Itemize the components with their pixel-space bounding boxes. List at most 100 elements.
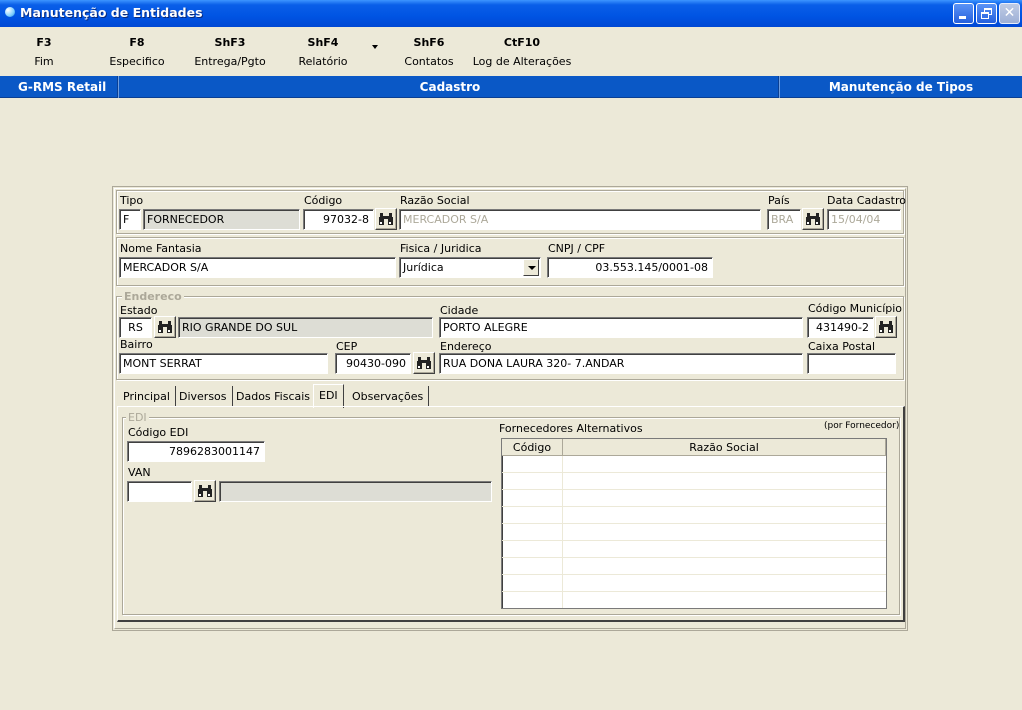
caixa-postal-field[interactable] xyxy=(807,353,896,374)
codigo-label: Código xyxy=(304,194,343,207)
edi-group-label: EDI xyxy=(126,411,149,424)
municipio-search-button[interactable] xyxy=(875,316,897,338)
bairro-field[interactable]: MONT SERRAT xyxy=(119,353,328,374)
table-row[interactable] xyxy=(502,541,886,558)
binoculars-icon xyxy=(158,321,172,333)
data-cadastro-label: Data Cadastro xyxy=(827,194,906,207)
table-row[interactable] xyxy=(502,507,886,524)
header-section: Cadastro xyxy=(419,80,481,94)
header-app-name: G-RMS Retail xyxy=(18,80,107,94)
nome-fantasia-label: Nome Fantasia xyxy=(120,242,202,255)
toolbar-button-especifico[interactable]: F8 Especifico xyxy=(102,36,172,68)
chevron-down-icon xyxy=(528,266,536,270)
restore-button[interactable] xyxy=(976,3,997,24)
minimize-button[interactable] xyxy=(953,3,974,24)
toolbar-button-log-alteracoes[interactable]: CtF10 Log de Alterações xyxy=(472,36,572,68)
close-icon: ✕ xyxy=(1003,5,1016,21)
fisica-juridica-dropdown-button[interactable] xyxy=(523,259,539,276)
tipo-code-field[interactable]: F xyxy=(119,209,141,230)
fkey-code: ShF3 xyxy=(214,36,246,49)
alternativos-note: (por Fornecedor) xyxy=(824,421,900,431)
tab-diversos[interactable]: Diversos xyxy=(174,386,233,406)
close-button[interactable]: ✕ xyxy=(999,3,1020,24)
van-label: VAN xyxy=(128,466,151,479)
column-header-codigo[interactable]: Código xyxy=(502,439,563,456)
cep-label: CEP xyxy=(336,340,358,353)
endereco-group-label: Endereco xyxy=(122,290,184,303)
toolbar-button-entrega-pgto[interactable]: ShF3 Entrega/Pgto xyxy=(190,36,270,68)
nome-fantasia-field[interactable]: MERCADOR S/A xyxy=(119,257,396,278)
tab-observacoes[interactable]: Observações xyxy=(347,386,430,406)
fisica-juridica-label: Fisica / Juridica xyxy=(400,242,482,255)
alternativos-grid[interactable]: Código Razão Social xyxy=(501,438,887,609)
codigo-municipio-field[interactable]: 431490-2 xyxy=(807,317,874,338)
cep-search-button[interactable] xyxy=(413,352,435,374)
estado-code-field[interactable]: RS xyxy=(119,317,152,338)
codigo-search-button[interactable] xyxy=(375,208,397,230)
fisica-juridica-select[interactable]: Jurídica xyxy=(399,257,541,278)
fkey-label: Log de Alterações xyxy=(472,55,572,68)
binoculars-icon xyxy=(879,321,893,333)
estado-label: Estado xyxy=(120,304,158,317)
codigo-municipio-label: Código Município xyxy=(808,302,903,315)
codigo-edi-field[interactable]: 7896283001147 xyxy=(127,441,265,462)
binoculars-icon xyxy=(806,213,820,225)
pais-field[interactable]: BRA xyxy=(767,209,801,230)
fkey-label: Entrega/Pgto xyxy=(194,55,266,68)
table-row[interactable] xyxy=(502,524,886,541)
tab-dados-fiscais[interactable]: Dados Fiscais xyxy=(231,386,317,406)
window-title: Manutenção de Entidades xyxy=(20,5,203,20)
razao-social-field[interactable]: MERCADOR S/A xyxy=(399,209,761,230)
tab-edi[interactable]: EDI xyxy=(313,384,344,408)
fkey-label: Fim xyxy=(34,55,54,68)
cep-field[interactable]: 90430-090 xyxy=(335,353,411,374)
table-row[interactable] xyxy=(502,558,886,575)
table-row[interactable] xyxy=(502,592,886,608)
endereco-label: Endereço xyxy=(440,340,492,353)
cnpj-cpf-field[interactable]: 03.553.145/0001-08 xyxy=(547,257,713,278)
van-code-field[interactable] xyxy=(127,481,192,502)
fkey-code: F3 xyxy=(36,36,52,49)
header-divider xyxy=(117,76,119,98)
fisica-juridica-value: Jurídica xyxy=(403,261,444,274)
fkey-label: Especifico xyxy=(109,55,165,68)
fkey-code: F8 xyxy=(129,36,145,49)
fkey-label: Relatório xyxy=(298,55,348,68)
header-divider xyxy=(778,76,780,98)
table-row[interactable] xyxy=(502,456,886,473)
van-search-button[interactable] xyxy=(194,480,216,502)
cidade-field[interactable]: PORTO ALEGRE xyxy=(439,317,803,338)
toolbar-button-relatorio[interactable]: ShF4 Relatório xyxy=(288,36,358,68)
cnpj-cpf-label: CNPJ / CPF xyxy=(548,242,606,255)
column-header-razao-social[interactable]: Razão Social xyxy=(563,439,886,456)
tipo-label: Tipo xyxy=(120,194,144,207)
razao-social-label: Razão Social xyxy=(400,194,470,207)
relatorio-dropdown-icon[interactable] xyxy=(372,45,378,49)
toolbar-button-contatos[interactable]: ShF6 Contatos xyxy=(394,36,464,68)
binoculars-icon xyxy=(417,357,431,369)
endereco-field[interactable]: RUA DONA LAURA 320- 7.ANDAR xyxy=(439,353,803,374)
alternativos-title: Fornecedores Alternativos xyxy=(499,422,643,435)
table-row[interactable] xyxy=(502,473,886,490)
van-description-field xyxy=(219,481,492,502)
minimize-icon xyxy=(959,16,966,19)
app-icon xyxy=(3,5,17,21)
binoculars-icon xyxy=(198,485,212,497)
codigo-field[interactable]: 97032-8 xyxy=(303,209,374,230)
cidade-label: Cidade xyxy=(440,304,479,317)
data-cadastro-field[interactable]: 15/04/04 xyxy=(827,209,901,230)
table-row[interactable] xyxy=(502,490,886,507)
estado-name-field: RIO GRANDE DO SUL xyxy=(178,317,433,338)
table-row[interactable] xyxy=(502,575,886,592)
pais-search-button[interactable] xyxy=(802,208,824,230)
toolbar-button-fim[interactable]: F3 Fim xyxy=(14,36,74,68)
fkey-code: ShF6 xyxy=(413,36,445,49)
binoculars-icon xyxy=(379,213,393,225)
header-screen: Manutenção de Tipos xyxy=(828,80,974,94)
fkey-code: ShF4 xyxy=(307,36,339,49)
fkey-code: CtF10 xyxy=(503,36,541,49)
tab-principal[interactable]: Principal xyxy=(118,386,176,406)
grid-body[interactable] xyxy=(502,456,886,608)
estado-search-button[interactable] xyxy=(154,316,176,338)
pais-label: País xyxy=(768,194,790,207)
